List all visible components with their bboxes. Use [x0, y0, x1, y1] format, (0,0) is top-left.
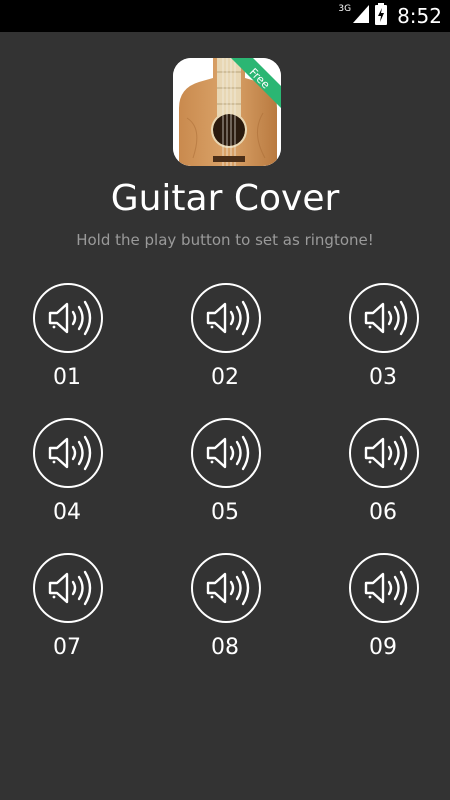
sound-button-02[interactable]: 02 — [175, 283, 275, 403]
sound-label: 04 — [53, 500, 81, 525]
sound-button-09[interactable]: 09 — [333, 553, 433, 673]
clock: 8:52 — [397, 4, 442, 28]
free-ribbon: Free — [231, 58, 281, 108]
play-button-circle[interactable] — [349, 553, 419, 623]
sound-button-06[interactable]: 06 — [333, 418, 433, 538]
sound-label: 02 — [211, 365, 239, 390]
play-button-circle[interactable] — [349, 418, 419, 488]
sound-label: 09 — [369, 635, 397, 660]
signal-icon — [353, 5, 370, 27]
play-button-circle[interactable] — [33, 553, 103, 623]
sound-label: 05 — [211, 500, 239, 525]
sound-label: 03 — [369, 365, 397, 390]
play-button-circle[interactable] — [33, 283, 103, 353]
play-button-circle[interactable] — [191, 553, 261, 623]
play-button-circle[interactable] — [191, 418, 261, 488]
status-bar: 3G 8:52 — [0, 0, 450, 32]
app-subtitle: Hold the play button to set as ringtone! — [76, 231, 374, 249]
network-type-label: 3G — [338, 4, 352, 14]
sound-label: 01 — [53, 365, 81, 390]
battery-charging-icon — [375, 3, 388, 29]
sound-button-01[interactable]: 01 — [17, 283, 117, 403]
sound-label: 06 — [369, 500, 397, 525]
guitar-app-icon: Free — [173, 58, 281, 166]
sound-button-08[interactable]: 08 — [175, 553, 275, 673]
play-button-circle[interactable] — [349, 283, 419, 353]
status-icons: 3G 8:52 — [338, 0, 442, 32]
sound-button-07[interactable]: 07 — [17, 553, 117, 673]
play-button-circle[interactable] — [33, 418, 103, 488]
sound-button-05[interactable]: 05 — [175, 418, 275, 538]
sound-button-03[interactable]: 03 — [333, 283, 433, 403]
sound-label: 08 — [211, 635, 239, 660]
sound-label: 07 — [53, 635, 81, 660]
play-button-circle[interactable] — [191, 283, 261, 353]
app-title: Guitar Cover — [110, 178, 340, 219]
sound-button-04[interactable]: 04 — [17, 418, 117, 538]
